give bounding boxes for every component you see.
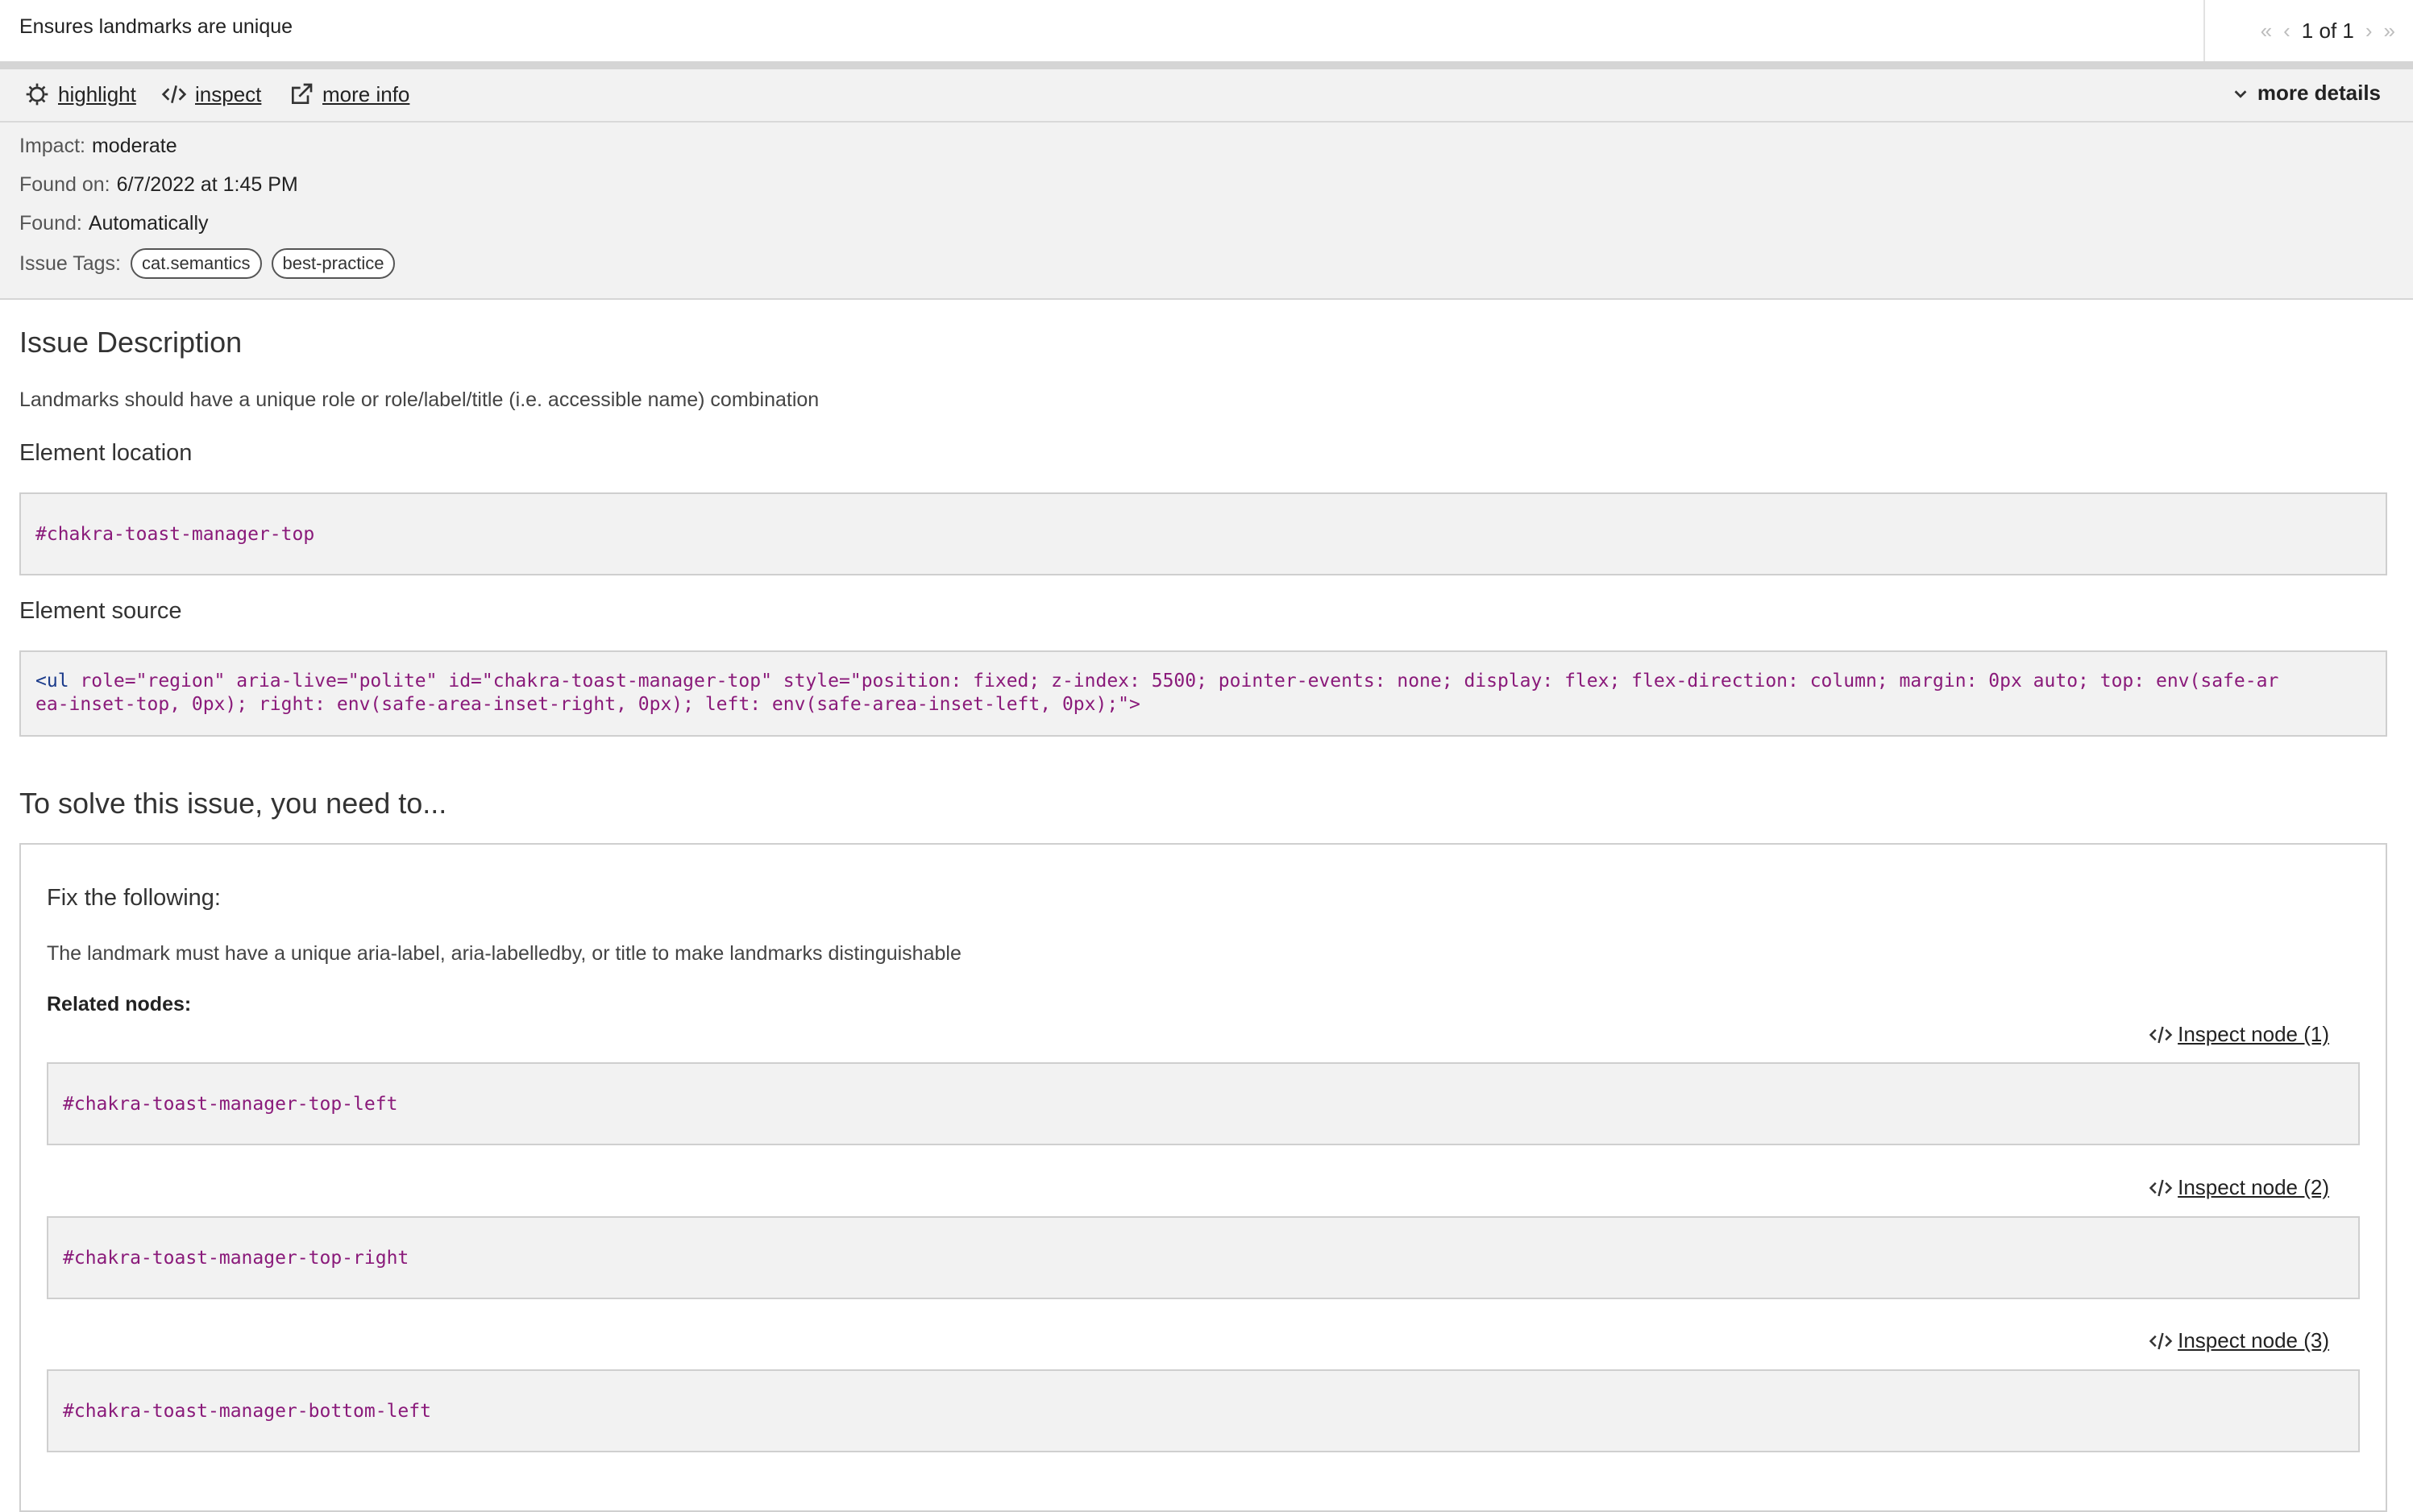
related-node-box: #chakra-toast-manager-top-right [47, 1216, 2360, 1299]
solve-box: Fix the following: The landmark must hav… [19, 843, 2387, 1512]
impact-row: Impact: moderate [19, 135, 177, 158]
fix-heading: Fix the following: [47, 885, 221, 911]
inspect-node-2-link[interactable]: Inspect node (2) [2149, 1175, 2329, 1200]
element-source-tag: <ul [35, 671, 69, 692]
issue-title: Ensures landmarks are unique [19, 15, 293, 38]
related-node-box: #chakra-toast-manager-top-left [47, 1062, 2360, 1145]
element-source-box: <ul role="region" aria-live="polite" id=… [19, 650, 2387, 737]
element-location-box: #chakra-toast-manager-top [19, 492, 2387, 575]
impact-value: moderate [91, 135, 177, 157]
related-nodes-label: Related nodes: [47, 993, 192, 1016]
related-node-selector: #chakra-toast-manager-top-right [63, 1248, 409, 1269]
chevron-down-icon [2234, 89, 2247, 98]
found-value: Automatically [88, 212, 209, 235]
found-row: Found: Automatically [19, 212, 209, 235]
more-info-label: more info [322, 81, 410, 106]
impact-label: Impact: [19, 135, 85, 157]
inspect-node-label: Inspect node (3) [2178, 1328, 2329, 1352]
issue-tag: best-practice [271, 248, 396, 279]
issue-tag: cat.semantics [131, 248, 262, 279]
code-icon [2149, 1179, 2173, 1196]
more-details-label: more details [2257, 81, 2381, 105]
element-location-selector: #chakra-toast-manager-top [35, 524, 315, 545]
issue-tags-label: Issue Tags: [19, 251, 122, 275]
chevrons-right-icon[interactable]: » [2384, 19, 2395, 44]
element-source-heading: Element source [19, 598, 182, 624]
issue-description-text: Landmarks should have a unique role or r… [19, 388, 820, 411]
code-icon [2149, 1026, 2173, 1043]
inspect-button[interactable]: inspect [161, 81, 261, 107]
issue-header: Ensures landmarks are unique « ‹ 1 of 1 … [0, 0, 2413, 69]
element-source-line-1: <ul role="region" aria-live="polite" id=… [35, 671, 2278, 692]
issue-details-panel: highlight inspect more info more details… [0, 69, 2413, 300]
found-on-value: 6/7/2022 at 1:45 PM [116, 173, 298, 196]
chevron-right-icon[interactable]: › [2365, 19, 2373, 44]
fix-text: The landmark must have a unique aria-lab… [47, 942, 961, 965]
more-info-link[interactable]: more info [289, 81, 409, 107]
inspect-node-1-link[interactable]: Inspect node (1) [2149, 1022, 2329, 1047]
toolbar: highlight inspect more info more details [0, 69, 2413, 123]
related-node-box: #chakra-toast-manager-bottom-left [47, 1369, 2360, 1452]
related-node-selector: #chakra-toast-manager-bottom-left [63, 1401, 431, 1422]
solve-heading: To solve this issue, you need to... [19, 787, 447, 820]
found-on-label: Found on: [19, 173, 110, 196]
more-details-toggle[interactable]: more details [2232, 81, 2381, 106]
element-location-heading: Element location [19, 440, 193, 466]
external-link-icon [292, 83, 313, 104]
pager: « ‹ 1 of 1 › » [2203, 0, 2413, 61]
inspect-node-3-link[interactable]: Inspect node (3) [2149, 1328, 2329, 1353]
inspect-label: inspect [195, 81, 262, 106]
highlight-button[interactable]: highlight [24, 81, 136, 107]
inspect-node-label: Inspect node (1) [2178, 1022, 2329, 1046]
found-on-row: Found on: 6/7/2022 at 1:45 PM [19, 173, 298, 197]
element-source-attrs: role="region" aria-live="polite" id="cha… [69, 671, 2279, 692]
element-source-line-2: ea-inset-top, 0px); right: env(safe-area… [35, 694, 1140, 715]
related-node-selector: #chakra-toast-manager-top-left [63, 1094, 398, 1115]
chevron-left-icon[interactable]: ‹ [2283, 19, 2290, 44]
code-icon [2149, 1332, 2173, 1349]
inspect-node-label: Inspect node (2) [2178, 1175, 2329, 1199]
issue-tags-row: Issue Tags: cat.semantics best-practice [19, 248, 396, 279]
highlight-label: highlight [58, 81, 136, 106]
code-icon [161, 85, 187, 103]
issue-description-heading: Issue Description [19, 326, 243, 359]
pager-count: 1 of 1 [2301, 18, 2354, 43]
chevrons-left-icon[interactable]: « [2261, 19, 2272, 44]
sun-icon [26, 83, 48, 106]
found-label: Found: [19, 212, 82, 235]
